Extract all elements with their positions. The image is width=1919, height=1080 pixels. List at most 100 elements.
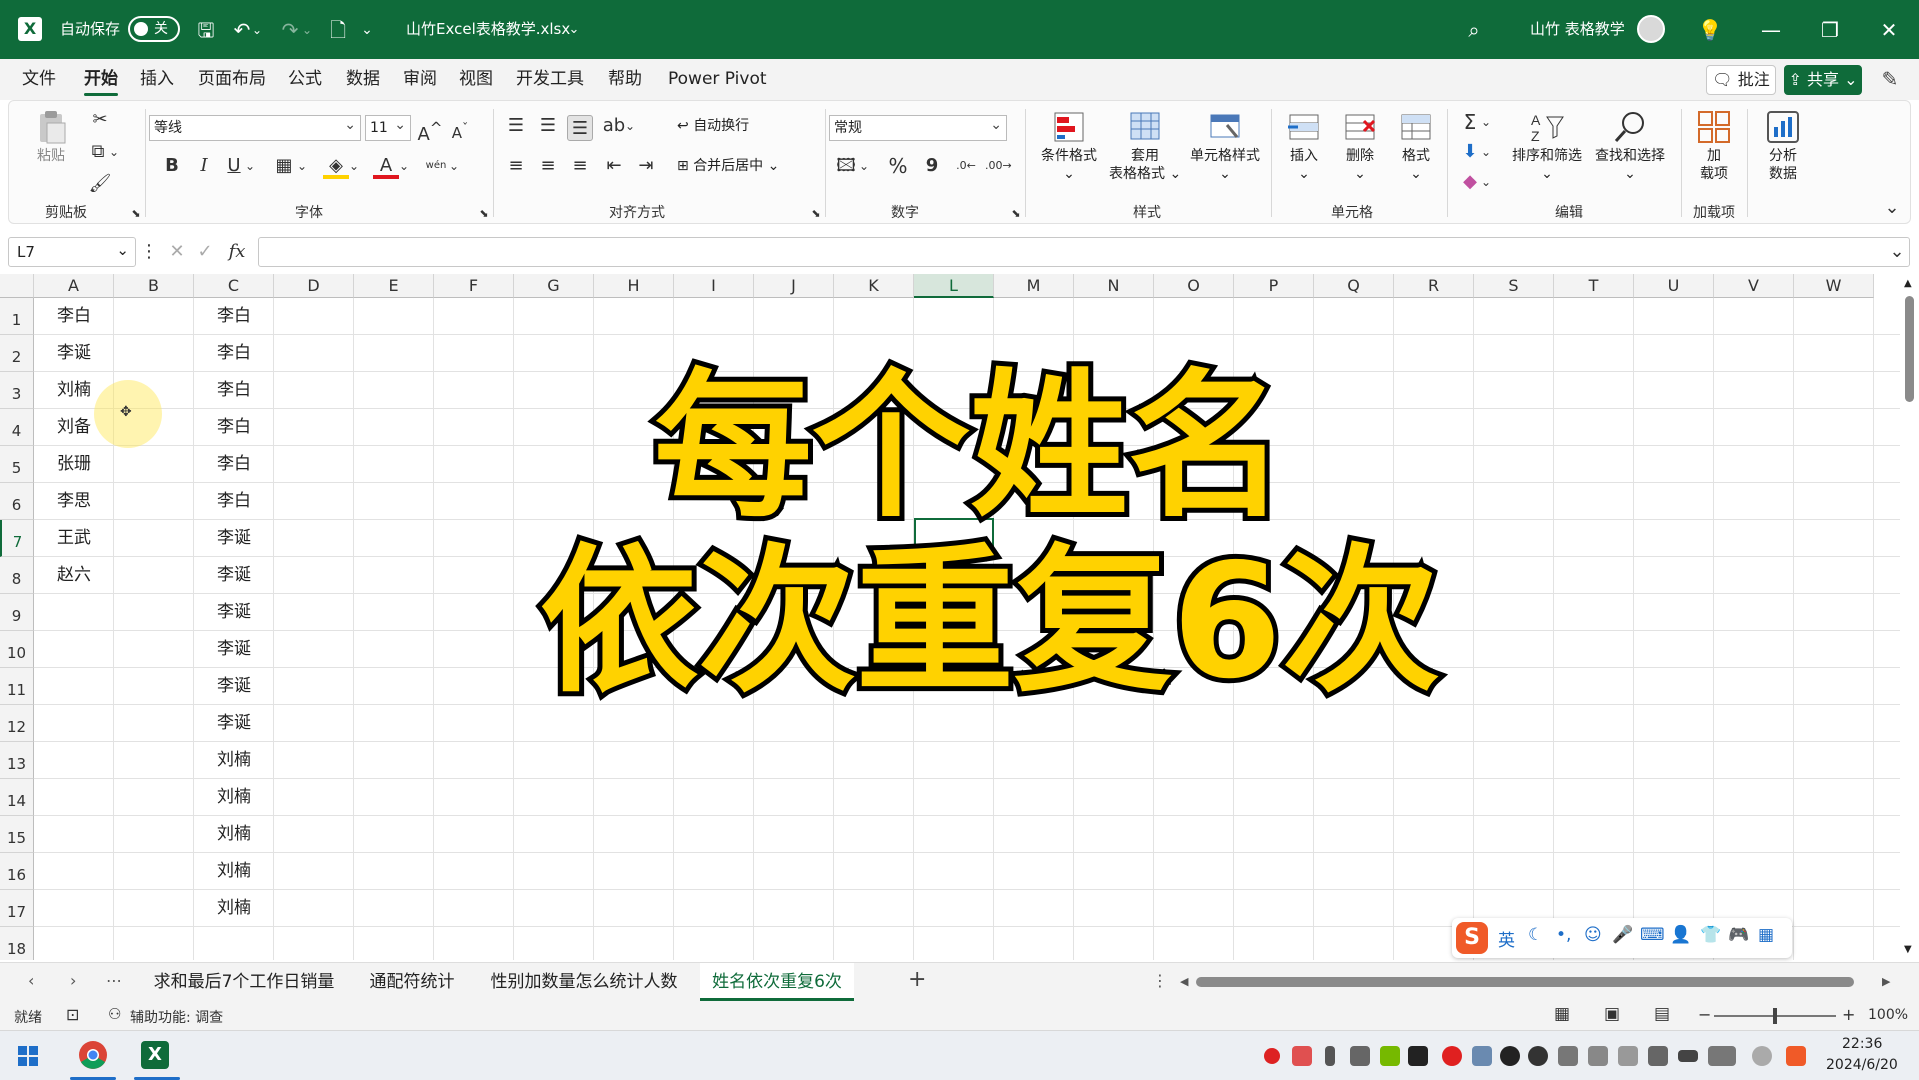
- close-tray-icon[interactable]: [1752, 1046, 1772, 1066]
- cell-c11[interactable]: 李诞: [194, 668, 274, 705]
- scroll-up-icon[interactable]: ▲: [1904, 278, 1912, 289]
- redo-dropdown-icon[interactable]: ⌄: [300, 16, 314, 44]
- select-all-corner[interactable]: [0, 274, 34, 298]
- cell-c10[interactable]: 李诞: [194, 631, 274, 668]
- cell-a2[interactable]: 李诞: [34, 335, 114, 372]
- cell-a8[interactable]: 赵六: [34, 557, 114, 594]
- column-header-k[interactable]: K: [834, 274, 914, 298]
- column-header-j[interactable]: J: [754, 274, 834, 298]
- decrease-decimal-icon[interactable]: .00→: [985, 153, 1012, 179]
- sheet-tab-active[interactable]: 姓名依次重复6次: [700, 963, 854, 1001]
- row-header[interactable]: 14: [0, 779, 34, 816]
- column-header-t[interactable]: T: [1554, 274, 1634, 298]
- lightbulb-icon[interactable]: 💡: [1696, 16, 1724, 44]
- column-header-h[interactable]: H: [594, 274, 674, 298]
- tab-insert[interactable]: 插入: [140, 59, 174, 100]
- vertical-scroll-thumb[interactable]: [1905, 296, 1914, 402]
- cancel-entry-icon[interactable]: ✕: [164, 239, 190, 265]
- cell-c3[interactable]: 李白: [194, 372, 274, 409]
- align-bottom-icon[interactable]: ☰: [567, 115, 593, 141]
- tab-review[interactable]: 审阅: [403, 59, 437, 100]
- copy-dropdown-icon[interactable]: ⌄: [107, 139, 121, 165]
- cell-c1[interactable]: 李白: [194, 298, 274, 335]
- page-layout-view-icon[interactable]: ▣: [1604, 1004, 1620, 1024]
- fill-dropdown-icon[interactable]: ⌄: [1479, 139, 1493, 165]
- addins-button[interactable]: 加载项: [1689, 109, 1739, 183]
- page-break-view-icon[interactable]: ▤: [1654, 1004, 1670, 1024]
- confirm-entry-icon[interactable]: ✓: [192, 239, 218, 265]
- ime-user-icon[interactable]: 👤: [1670, 925, 1691, 945]
- sheet-more-icon[interactable]: ⋯: [106, 971, 122, 990]
- row-header[interactable]: 12: [0, 705, 34, 742]
- normal-view-icon[interactable]: ▦: [1554, 1004, 1570, 1024]
- customize-quick-access-icon[interactable]: ⌄: [358, 16, 376, 44]
- font-color-dropdown-icon[interactable]: ⌄: [397, 153, 411, 179]
- ime-game-icon[interactable]: 🎮: [1728, 925, 1749, 945]
- tab-help[interactable]: 帮助: [608, 59, 642, 100]
- print-preview-icon[interactable]: 🗋: [324, 16, 352, 44]
- tab-file[interactable]: 文件: [22, 59, 56, 100]
- accounting-dropdown-icon[interactable]: ⌄: [857, 153, 871, 179]
- align-middle-icon[interactable]: ☰: [535, 113, 561, 139]
- column-header-s[interactable]: S: [1474, 274, 1554, 298]
- cell-styles-button[interactable]: 单元格样式 ⌄: [1185, 109, 1265, 183]
- keyboard-tray-icon[interactable]: [1708, 1046, 1736, 1066]
- decrease-font-icon[interactable]: Aˇ: [447, 115, 473, 142]
- battery-tray-icon[interactable]: [1678, 1050, 1698, 1062]
- more-options-icon[interactable]: ⋮: [136, 239, 162, 265]
- hscroll-right-icon[interactable]: ▶: [1882, 975, 1890, 988]
- ime-emoji-icon[interactable]: ☺: [1584, 925, 1602, 945]
- align-top-icon[interactable]: ☰: [503, 113, 529, 139]
- name-box[interactable]: L7 ⌄: [8, 237, 136, 267]
- cell-a7[interactable]: 王武: [34, 520, 114, 557]
- column-header-r[interactable]: R: [1394, 274, 1474, 298]
- row-header[interactable]: 8: [0, 557, 34, 594]
- row-header[interactable]: 7: [0, 520, 34, 557]
- tab-split-handle[interactable]: ⋮: [1152, 971, 1168, 990]
- tab-formulas[interactable]: 公式: [288, 59, 322, 100]
- paste-button[interactable]: 粘贴: [29, 109, 73, 165]
- sheet-tab[interactable]: 性别加数量怎么统计人数: [478, 963, 690, 1001]
- name-box-dropdown-icon[interactable]: ⌄: [116, 236, 129, 264]
- feedback-icon[interactable]: ✎: [1876, 65, 1904, 93]
- analyze-data-button[interactable]: 分析 数据: [1755, 109, 1811, 183]
- cell-c2[interactable]: 李白: [194, 335, 274, 372]
- volume-tray-icon[interactable]: [1350, 1046, 1370, 1066]
- zoom-slider[interactable]: [1714, 1008, 1836, 1024]
- row-header[interactable]: 15: [0, 816, 34, 853]
- tab-data[interactable]: 数据: [346, 59, 380, 100]
- cell-a1[interactable]: 李白: [34, 298, 114, 335]
- insert-function-icon[interactable]: fx: [224, 239, 250, 265]
- app-tray-icon-1[interactable]: [1292, 1046, 1312, 1066]
- undo-dropdown-icon[interactable]: ⌄: [250, 16, 264, 44]
- cell-c13[interactable]: 刘楠: [194, 742, 274, 779]
- row-header[interactable]: 2: [0, 335, 34, 372]
- merge-center-button[interactable]: ⊞ 合并后居中 ⌄: [677, 157, 779, 175]
- macro-record-icon[interactable]: ⊡: [66, 1005, 79, 1024]
- italic-button[interactable]: I: [191, 153, 217, 179]
- increase-font-icon[interactable]: A^: [417, 115, 443, 145]
- column-header-u[interactable]: U: [1634, 274, 1714, 298]
- scroll-down-icon[interactable]: ▼: [1904, 944, 1912, 955]
- column-header-c[interactable]: C: [194, 274, 274, 298]
- excel-taskbar-icon[interactable]: X: [141, 1041, 169, 1069]
- shield-tray-icon[interactable]: [1558, 1046, 1578, 1066]
- save-icon[interactable]: 🖫: [192, 16, 220, 44]
- sheet-tab[interactable]: 通配符统计: [356, 963, 468, 1001]
- cut-icon[interactable]: ✂: [87, 107, 113, 133]
- clock-time[interactable]: 22:36: [1842, 1036, 1882, 1052]
- increase-indent-icon[interactable]: ⇥: [633, 153, 659, 179]
- qq-tray-icon-1[interactable]: [1500, 1046, 1520, 1066]
- column-header-m[interactable]: M: [994, 274, 1074, 298]
- phonetic-dropdown-icon[interactable]: ⌄: [447, 153, 461, 179]
- cell-c9[interactable]: 李诞: [194, 594, 274, 631]
- fill-color-icon[interactable]: ◈: [323, 153, 349, 179]
- cell-c16[interactable]: 刘楠: [194, 853, 274, 890]
- search-icon[interactable]: ⌕: [1460, 16, 1488, 44]
- zoom-in-icon[interactable]: +: [1842, 1005, 1855, 1024]
- column-header-d[interactable]: D: [274, 274, 354, 298]
- app-tray-icon-2[interactable]: [1408, 1046, 1428, 1066]
- cell-c12[interactable]: 李诞: [194, 705, 274, 742]
- underline-dropdown-icon[interactable]: ⌄: [243, 153, 257, 179]
- align-left-icon[interactable]: ≡: [503, 153, 529, 179]
